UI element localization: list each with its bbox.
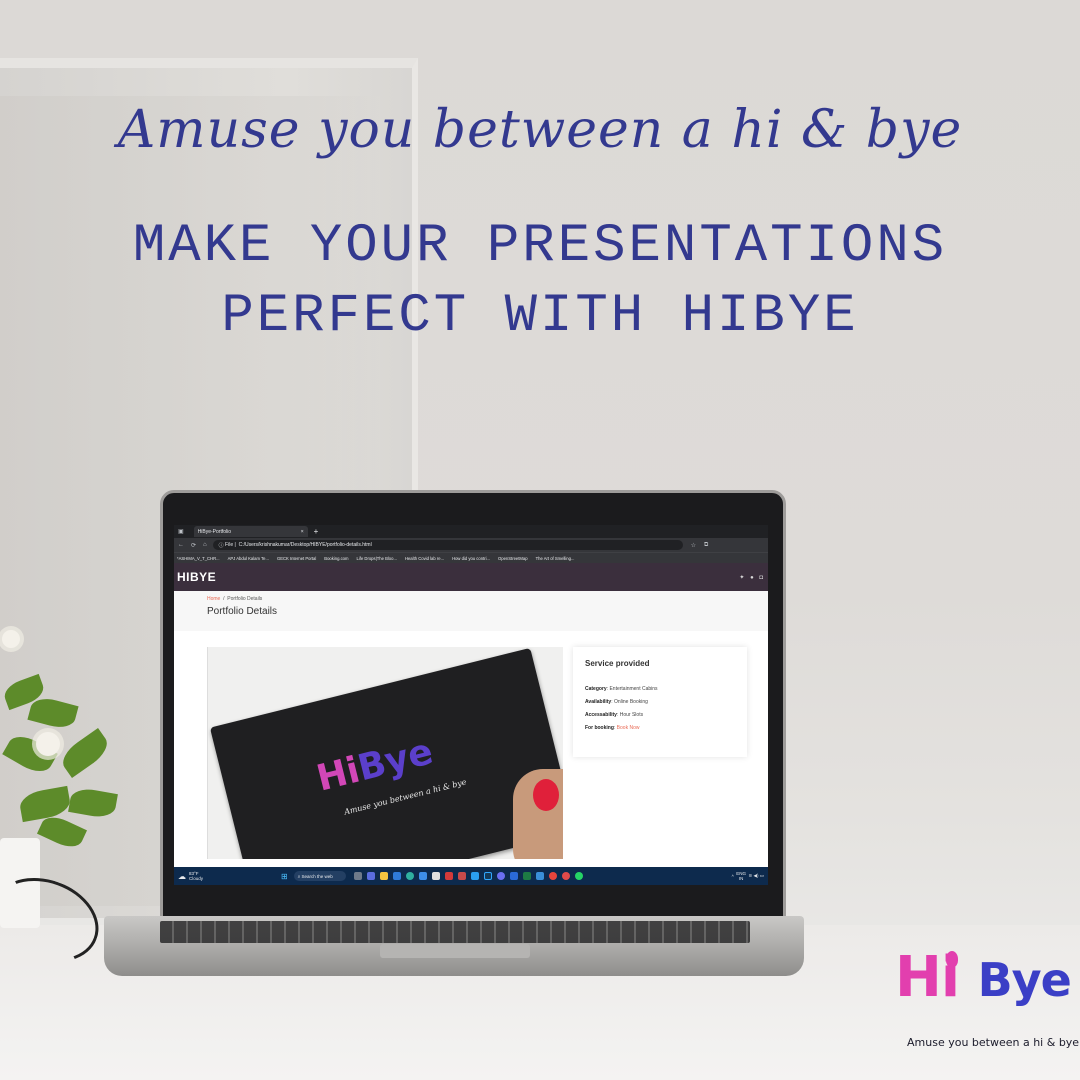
main-headline: MAKE YOUR PRESENTATIONS PERFECT WITH HIB…: [0, 212, 1080, 352]
bookmark-item[interactable]: Life Drops|The Bloo...: [357, 556, 397, 561]
taskbar-apps: [353, 872, 588, 880]
laptop-screen: ▣ HiBye-Portfolio × + ← ⟳ ⌂ ⓘ File | C:/…: [174, 525, 768, 885]
bookmark-item[interactable]: *ASHIMA_V_T_CHR...: [177, 556, 220, 561]
folder-icon[interactable]: [379, 872, 388, 880]
script-headline: Amuse you between a hi & bye: [117, 100, 963, 160]
business-card: HiBye Amuse you between a hi & bye: [209, 647, 563, 859]
browser-tabbar: ▣ HiBye-Portfolio × +: [174, 525, 768, 538]
weather-widget[interactable]: 83°F Cloudy: [189, 871, 203, 881]
service-category: Category: Entertainment Cabins: [585, 686, 658, 692]
app-icon[interactable]: [470, 872, 479, 880]
address-prefix: File: [225, 542, 234, 548]
bookmarks-bar: *ASHIMA_V_T_CHR... APJ Abdul Kalam Te...…: [174, 552, 768, 563]
book-now-link[interactable]: Book Now: [617, 725, 640, 731]
lang-indicator[interactable]: ENG IN: [736, 871, 746, 881]
taskbar-search[interactable]: ⌕ Search the web: [293, 871, 346, 881]
breadcrumb: Home / Portfolio Details: [207, 596, 263, 602]
tab-close-icon[interactable]: ×: [301, 529, 304, 535]
service-availability: Availability: Online Booking: [585, 699, 648, 705]
app-icon[interactable]: [496, 872, 505, 880]
service-booking: For booking: Book Now: [585, 725, 640, 731]
fingernail: [533, 779, 559, 811]
app-icon[interactable]: [366, 872, 375, 880]
flower: [2, 630, 20, 648]
laptop-keyboard: [160, 921, 750, 943]
browser-tab[interactable]: HiBye-Portfolio ×: [193, 526, 308, 537]
instagram-icon[interactable]: ◘: [759, 575, 765, 581]
brand-logo: Hi Bye: [895, 945, 1072, 1010]
mail-icon[interactable]: [418, 872, 427, 880]
main-headline-line1: MAKE YOUR PRESENTATIONS: [132, 216, 948, 277]
facebook-icon[interactable]: ●: [750, 575, 756, 581]
app-icon[interactable]: [457, 872, 466, 880]
page-title: Portfolio Details: [207, 606, 278, 617]
laptop-trackpad: [380, 944, 530, 958]
service-panel: Service provided Category: Entertainment…: [573, 647, 747, 757]
flame-icon: [946, 951, 958, 967]
site-header: HIBYE ✦ ● ◘: [174, 563, 768, 591]
bookmark-item[interactable]: Booking.com: [324, 556, 348, 561]
social-links: ✦ ● ◘: [739, 574, 765, 581]
photoshop-icon[interactable]: [483, 872, 492, 880]
bookmark-item[interactable]: The Art of Smelling...: [536, 556, 575, 561]
collections-icon[interactable]: ⧉: [704, 542, 708, 549]
flower: [36, 732, 60, 756]
cloud-icon: ☁: [178, 871, 186, 881]
app-icon[interactable]: [509, 872, 518, 880]
site-logo[interactable]: HIBYE: [177, 570, 216, 584]
system-tray: ^ ENG IN ≋ ◀) ▭: [732, 871, 764, 881]
new-tab-icon[interactable]: +: [314, 527, 319, 536]
service-accessability: Accessability: Hour Slots: [585, 712, 644, 718]
bookmark-item[interactable]: OpenStreetMap: [498, 556, 528, 561]
bookmark-item[interactable]: Health Covid lab re...: [405, 556, 444, 561]
window-icon[interactable]: ▣: [178, 528, 184, 535]
battery-icon[interactable]: ▭: [758, 873, 764, 879]
app-icon[interactable]: [392, 872, 401, 880]
brand-bye: Bye: [977, 953, 1072, 1007]
breadcrumb-current: Portfolio Details: [227, 596, 263, 602]
breadcrumb-home[interactable]: Home: [207, 596, 220, 602]
twitter-icon[interactable]: ✦: [739, 575, 746, 581]
tab-title: HiBye-Portfolio: [197, 528, 232, 535]
main-headline-line2: PERFECT WITH HIBYE: [221, 286, 859, 347]
windows-taskbar: ☁ 83°F Cloudy ⊞ ⌕ Search the web ^ ENG I…: [174, 867, 768, 885]
app-icon[interactable]: [353, 872, 362, 880]
favorite-icon[interactable]: ☆: [691, 542, 696, 549]
edge-icon[interactable]: [405, 872, 414, 880]
chrome-icon[interactable]: [548, 872, 557, 880]
address-input[interactable]: ⓘ File | C:/Users/krishnakumar/Desktop/H…: [212, 540, 683, 550]
breadcrumb-section: Home / Portfolio Details Portfolio Detai…: [174, 591, 768, 631]
bookmark-item[interactable]: APJ Abdul Kalam Te...: [228, 556, 269, 561]
browser-address-bar: ← ⟳ ⌂ ⓘ File | C:/Users/krishnakumar/Des…: [174, 538, 768, 552]
reload-icon[interactable]: ⟳: [191, 542, 196, 549]
whatsapp-icon[interactable]: [574, 872, 583, 880]
portfolio-image: HiBye Amuse you between a hi & bye: [207, 647, 563, 859]
app-icon[interactable]: [535, 872, 544, 880]
service-title: Service provided: [585, 659, 650, 668]
home-icon[interactable]: ⌂: [203, 542, 207, 548]
bookmark-item[interactable]: GECK Internet Portal: [277, 556, 316, 561]
bookmark-item[interactable]: How did you contri...: [452, 556, 490, 561]
app-icon[interactable]: [444, 872, 453, 880]
excel-icon[interactable]: [522, 872, 531, 880]
app-icon[interactable]: [431, 872, 440, 880]
brand-tagline: Amuse you between a hi & bye: [907, 1036, 1080, 1049]
start-icon[interactable]: ⊞: [281, 872, 288, 881]
app-icon[interactable]: [561, 872, 570, 880]
portfolio-content: HiBye Amuse you between a hi & bye Servi…: [174, 631, 768, 859]
address-text: C:/Users/krishnakumar/Desktop/HIBYE/port…: [238, 542, 372, 548]
back-icon[interactable]: ←: [178, 542, 184, 548]
